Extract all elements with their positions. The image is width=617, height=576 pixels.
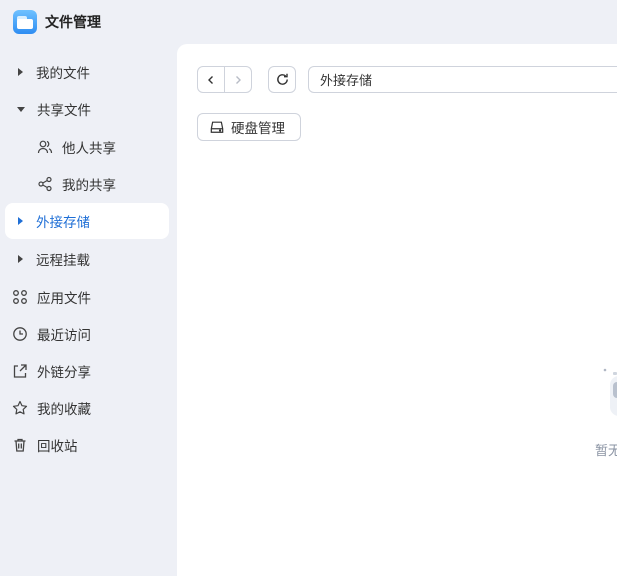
sidebar-item-app-files[interactable]: 应用文件 (5, 279, 169, 315)
sidebar-item-label: 我的收藏 (37, 402, 91, 418)
chevron-left-icon (208, 75, 213, 84)
clock-icon (12, 326, 28, 342)
app-title: 文件管理 (45, 15, 101, 31)
sidebar-item-shared-with-me[interactable]: 他人共享 (5, 129, 169, 165)
sidebar-item-label: 外链分享 (37, 365, 91, 381)
caret-right-icon[interactable] (18, 255, 23, 263)
sidebar-item-shared-files[interactable]: 共享文件 (5, 91, 169, 127)
title-bar: 文件管理 (0, 0, 617, 44)
share-icon (37, 176, 53, 192)
back-button[interactable] (198, 67, 224, 92)
forward-button[interactable] (224, 67, 251, 92)
history-nav-group (197, 66, 252, 93)
sidebar-item-label: 远程挂载 (36, 253, 90, 269)
empty-state-illustration (603, 368, 617, 416)
empty-state-text: 暂无 (595, 444, 617, 459)
sidebar-item-recycle-bin[interactable]: 回收站 (5, 427, 169, 463)
sidebar-item-remote-mount[interactable]: 远程挂载 (5, 241, 169, 277)
refresh-icon (276, 73, 288, 85)
caret-right-icon[interactable] (18, 217, 23, 225)
sidebar-item-recent[interactable]: 最近访问 (5, 316, 169, 352)
sidebar-item-label: 他人共享 (62, 141, 116, 157)
sidebar-item-label: 我的共享 (62, 178, 116, 194)
sidebar-item-label: 应用文件 (37, 291, 91, 307)
caret-right-icon[interactable] (18, 68, 23, 76)
users-icon (37, 139, 53, 155)
sidebar: 我的文件 共享文件 他人共享 我的共享 外接存储 远程挂载 应用文件 最近访问 (0, 44, 177, 576)
sidebar-item-label: 共享文件 (37, 103, 91, 119)
folder-app-icon (13, 10, 37, 34)
main-panel: 外接存储 硬盘管理 暂无 (177, 44, 617, 576)
disk-manage-label: 硬盘管理 (231, 121, 285, 137)
sidebar-item-label: 外接存储 (36, 215, 90, 231)
refresh-button[interactable] (268, 66, 296, 93)
path-breadcrumb-input[interactable]: 外接存储 (308, 66, 617, 93)
apps-grid-icon (12, 289, 28, 305)
trash-icon (12, 437, 28, 453)
sidebar-item-label: 我的文件 (36, 66, 90, 82)
chevron-right-icon (236, 75, 241, 84)
sidebar-item-my-shares[interactable]: 我的共享 (5, 166, 169, 202)
caret-down-icon[interactable] (17, 106, 25, 112)
sidebar-item-label: 回收站 (37, 439, 78, 455)
external-share-icon (12, 363, 28, 379)
disk-manage-button[interactable]: 硬盘管理 (197, 113, 301, 141)
sidebar-item-external-storage[interactable]: 外接存储 (5, 203, 169, 239)
sidebar-item-label: 最近访问 (37, 328, 91, 344)
hard-disk-icon (210, 120, 224, 134)
star-icon (12, 400, 28, 416)
path-text: 外接存储 (320, 74, 373, 89)
sidebar-item-link-share[interactable]: 外链分享 (5, 353, 169, 389)
sidebar-item-favorites[interactable]: 我的收藏 (5, 390, 169, 426)
sidebar-item-my-files[interactable]: 我的文件 (5, 54, 169, 90)
